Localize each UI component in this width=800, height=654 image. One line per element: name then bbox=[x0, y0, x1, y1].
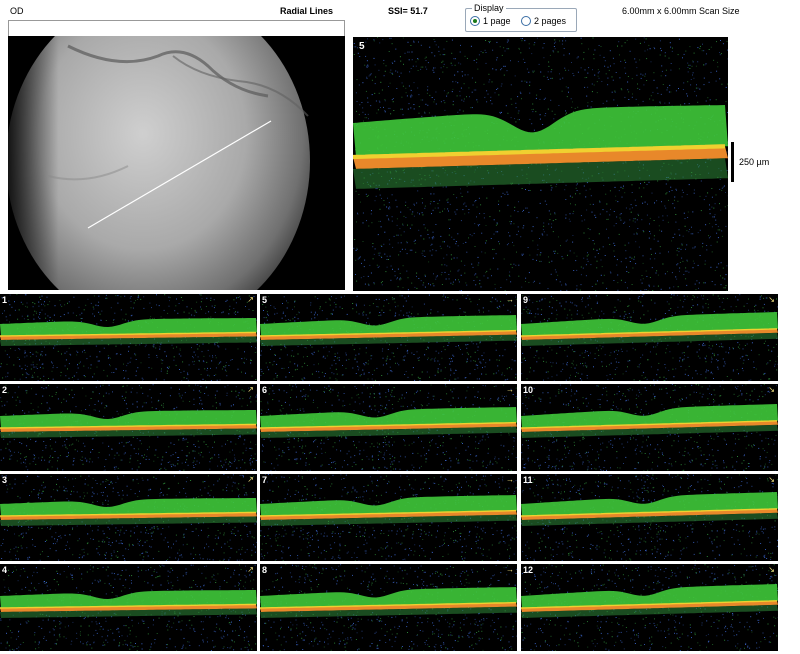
thumbnail-number: 7 bbox=[262, 475, 268, 485]
thumbnail-bscan-3[interactable]: 3 ↗ bbox=[0, 474, 257, 561]
scan-direction-arrow-icon: ↘ bbox=[768, 295, 775, 304]
ssi-label: SSI= 51.7 bbox=[388, 6, 428, 16]
fundus-image[interactable] bbox=[8, 36, 345, 290]
thumbnail-bscan-9[interactable]: 9 ↘ bbox=[521, 294, 778, 381]
thumbnail-bscan-6[interactable]: 6 → bbox=[260, 384, 517, 471]
thumbnail-number: 6 bbox=[262, 385, 268, 395]
scale-bar-label: 250 µm bbox=[739, 157, 770, 167]
scan-direction-arrow-icon: → bbox=[506, 295, 514, 304]
display-group: Display 1 page 2 pages bbox=[465, 3, 577, 32]
scan-direction-arrow-icon: → bbox=[506, 565, 514, 574]
thumbnail-number: 4 bbox=[2, 565, 8, 575]
thumbnail-bscan-8[interactable]: 8 → bbox=[260, 564, 517, 651]
scan-direction-arrow-icon: ↗ bbox=[247, 385, 254, 394]
scan-direction-arrow-icon: ↘ bbox=[768, 385, 775, 394]
scan-direction-arrow-icon: ↗ bbox=[247, 295, 254, 304]
thumbnail-number: 3 bbox=[2, 475, 8, 485]
scan-direction-arrow-icon: ↗ bbox=[247, 475, 254, 484]
display-1page-label: 1 page bbox=[483, 16, 511, 26]
thumbnail-number: 2 bbox=[2, 385, 8, 395]
thumbnail-bscan-1[interactable]: 1 ↗ bbox=[0, 294, 257, 381]
thumbnail-number: 1 bbox=[2, 295, 8, 305]
thumbnail-number: 12 bbox=[523, 565, 534, 575]
radio-unchecked-icon[interactable] bbox=[521, 16, 531, 26]
thumbnail-number: 11 bbox=[523, 475, 533, 485]
scan-direction-arrow-icon: ↘ bbox=[768, 565, 775, 574]
thumbnail-bscan-10[interactable]: 10 ↘ bbox=[521, 384, 778, 471]
scan-type-label: Radial Lines bbox=[280, 6, 334, 16]
scan-direction-arrow-icon: ↘ bbox=[768, 475, 775, 484]
thumbnail-number: 5 bbox=[262, 295, 268, 305]
thumbnail-bscan-11[interactable]: 11 ↘ bbox=[521, 474, 778, 561]
thumbnail-number: 10 bbox=[523, 385, 534, 395]
thumbnail-bscan-5[interactable]: 5 → bbox=[260, 294, 517, 381]
scan-direction-arrow-icon: ↗ bbox=[247, 565, 254, 574]
main-scan-number: 5 bbox=[359, 41, 365, 52]
thumbnail-number: 8 bbox=[262, 565, 268, 575]
thumbnail-bscan-2[interactable]: 2 ↗ bbox=[0, 384, 257, 471]
display-1page-radio[interactable]: 1 page bbox=[470, 16, 511, 26]
display-2pages-label: 2 pages bbox=[534, 16, 567, 26]
display-legend: Display bbox=[472, 3, 506, 13]
scan-direction-arrow-icon: → bbox=[506, 385, 514, 394]
thumbnail-bscan-12[interactable]: 12 ↘ bbox=[521, 564, 778, 651]
eye-label: OD bbox=[10, 6, 24, 16]
thumbnail-number: 9 bbox=[523, 295, 529, 305]
thumbnail-bscan-4[interactable]: 4 ↗ bbox=[0, 564, 257, 651]
scan-direction-arrow-icon: → bbox=[506, 475, 514, 484]
main-bscan-image[interactable]: 5 bbox=[353, 37, 728, 291]
fundus-title-bar bbox=[8, 20, 345, 37]
scan-size-label: 6.00mm x 6.00mm Scan Size bbox=[622, 6, 740, 16]
display-2pages-radio[interactable]: 2 pages bbox=[521, 16, 566, 26]
scale-bar bbox=[731, 142, 734, 182]
thumbnail-bscan-7[interactable]: 7 → bbox=[260, 474, 517, 561]
radio-checked-icon[interactable] bbox=[470, 16, 480, 26]
